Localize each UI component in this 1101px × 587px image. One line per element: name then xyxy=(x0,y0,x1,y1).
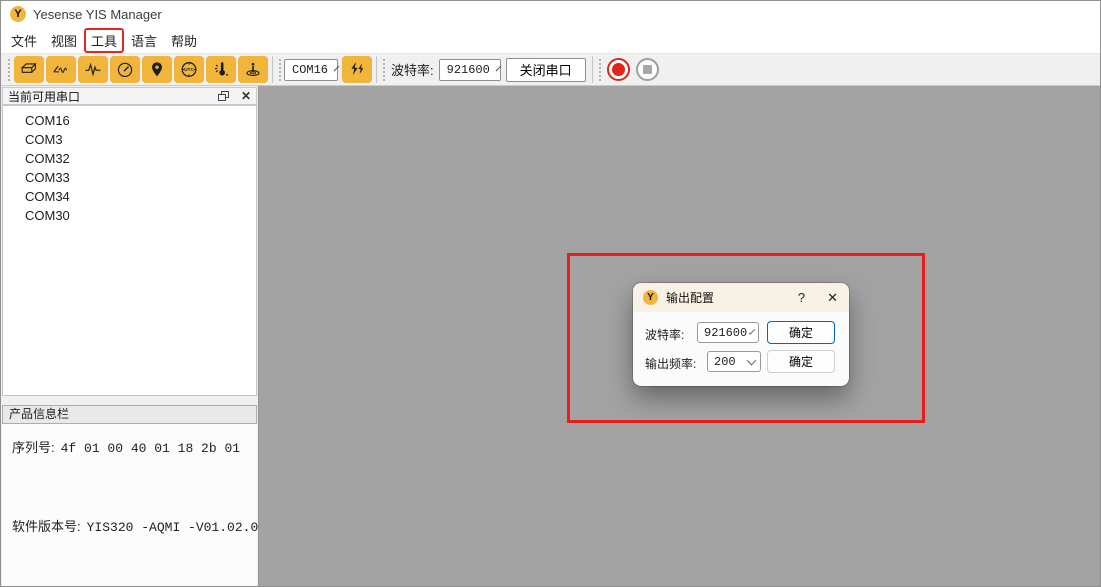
toolbar-separator xyxy=(592,56,593,83)
window-body: 当前可用串口 ✕ COM16 COM3 COM32 COM33 COM34 CO… xyxy=(1,86,1100,587)
dialog-help-button[interactable]: ? xyxy=(794,290,809,305)
stop-button[interactable] xyxy=(636,58,659,81)
toolbar: UTC xyxy=(1,53,1100,86)
title-bar: Y Yesense YIS Manager xyxy=(1,1,1100,27)
dialog-title-bar: Y 输出配置 ? ✕ xyxy=(633,283,849,312)
software-version-label: 软件版本号: xyxy=(12,519,81,534)
list-item[interactable]: COM34 xyxy=(3,187,256,206)
dock-title: 当前可用串口 xyxy=(8,88,218,105)
gauge-button[interactable] xyxy=(110,56,140,83)
svg-text:UTC: UTC xyxy=(184,67,194,73)
workspace-area: Y 输出配置 ? ✕ 波特率: 921600 确定 输出频率: 200 确定 xyxy=(259,86,1100,587)
available-ports-list: COM16 COM3 COM32 COM33 COM34 COM30 xyxy=(2,105,257,396)
cube-icon xyxy=(19,60,39,79)
toolbar-drag-handle[interactable] xyxy=(279,59,281,81)
dialog-close-button[interactable]: ✕ xyxy=(827,290,838,306)
baud-rate-label: 波特率: xyxy=(391,60,434,79)
float-icon xyxy=(218,91,229,101)
menu-item-tools[interactable]: 工具 xyxy=(84,28,124,53)
serial-number-label: 序列号: xyxy=(12,440,55,455)
serial-number-line: 序列号: 4f 01 00 40 01 18 2b 01 xyxy=(12,437,240,456)
product-info-header: 产品信息栏 xyxy=(2,405,257,424)
temperature-icon xyxy=(211,60,231,79)
plumb-button[interactable] xyxy=(238,56,268,83)
gauge-icon xyxy=(115,60,135,79)
close-port-button[interactable]: 关闭串口 xyxy=(506,58,586,82)
list-item[interactable]: COM33 xyxy=(3,168,256,187)
toolbar-separator xyxy=(376,56,377,83)
cube-button[interactable] xyxy=(14,56,44,83)
list-item[interactable]: COM16 xyxy=(3,111,256,130)
baud-rate-select[interactable]: 921600 xyxy=(439,59,501,81)
dialog-baud-confirm-button[interactable]: 确定 xyxy=(767,321,835,344)
menu-bar: 文件 视图 工具 语言 帮助 xyxy=(1,27,1100,53)
dialog-frequency-select[interactable]: 200 xyxy=(707,351,761,372)
angle-wave-icon xyxy=(51,60,71,79)
port-select-value: COM16 xyxy=(292,63,328,77)
app-logo-icon: Y xyxy=(643,290,658,305)
port-select[interactable]: COM16 xyxy=(284,59,338,81)
plumb-icon xyxy=(243,60,263,79)
record-button[interactable] xyxy=(607,58,630,81)
angle-wave-button[interactable] xyxy=(46,56,76,83)
temperature-button[interactable] xyxy=(206,56,236,83)
software-version-value: YIS320 -AQMI -V01.02.03; xyxy=(87,520,274,535)
dock-close-button[interactable]: ✕ xyxy=(241,90,251,102)
chevron-down-icon xyxy=(496,65,502,71)
waveform-button[interactable] xyxy=(78,56,108,83)
menu-item-view[interactable]: 视图 xyxy=(44,28,84,53)
toolbar-drag-handle[interactable] xyxy=(383,59,385,81)
dock-header: 当前可用串口 ✕ xyxy=(2,87,257,105)
dialog-baud-value: 921600 xyxy=(704,326,747,340)
dialog-frequency-label: 输出频率: xyxy=(645,355,696,372)
list-item[interactable]: COM30 xyxy=(3,206,256,225)
waveform-icon xyxy=(83,60,103,79)
dialog-frequency-confirm-button[interactable]: 确定 xyxy=(767,350,835,373)
record-icon xyxy=(612,63,625,76)
list-item[interactable]: COM32 xyxy=(3,149,256,168)
location-pin-icon xyxy=(148,60,166,79)
menu-item-help[interactable]: 帮助 xyxy=(164,28,204,53)
dialog-title: 输出配置 xyxy=(666,289,714,306)
dock-float-button[interactable] xyxy=(218,91,229,101)
utc-clock-button[interactable]: UTC xyxy=(174,56,204,83)
toolbar-separator xyxy=(272,56,273,83)
serial-number-value: 4f 01 00 40 01 18 2b 01 xyxy=(61,441,240,456)
dialog-frequency-value: 200 xyxy=(714,355,736,369)
toolbar-drag-handle[interactable] xyxy=(599,59,601,81)
software-version-line: 软件版本号: YIS320 -AQMI -V01.02.03; xyxy=(12,516,274,535)
list-item[interactable]: COM3 xyxy=(3,130,256,149)
output-config-dialog: Y 输出配置 ? ✕ 波特率: 921600 确定 输出频率: 200 确定 xyxy=(633,283,849,386)
baud-rate-value: 921600 xyxy=(447,63,490,77)
chevron-down-icon xyxy=(749,328,755,334)
dialog-baud-label: 波特率: xyxy=(645,326,684,343)
refresh-ports-button[interactable] xyxy=(342,56,372,83)
serial-port-dock: 当前可用串口 ✕ COM16 COM3 COM32 COM33 COM34 CO… xyxy=(1,86,259,587)
window-title: Yesense YIS Manager xyxy=(33,7,162,22)
location-pin-button[interactable] xyxy=(142,56,172,83)
chevron-down-icon xyxy=(334,65,340,71)
app-logo-icon: Y xyxy=(10,6,26,22)
double-lightning-icon xyxy=(347,60,367,79)
dialog-baud-select[interactable]: 921600 xyxy=(697,322,759,343)
app-window: Y Yesense YIS Manager 文件 视图 工具 语言 帮助 xyxy=(0,0,1101,587)
menu-item-file[interactable]: 文件 xyxy=(4,28,44,53)
product-info-panel: 序列号:4f 01 00 40 01 18 2b 01 软件版本号:YIS320… xyxy=(2,424,257,587)
chevron-down-icon xyxy=(747,355,757,365)
menu-item-language[interactable]: 语言 xyxy=(124,28,164,53)
toolbar-drag-handle[interactable] xyxy=(8,59,10,81)
utc-clock-icon: UTC xyxy=(179,60,199,79)
stop-icon xyxy=(643,65,652,74)
